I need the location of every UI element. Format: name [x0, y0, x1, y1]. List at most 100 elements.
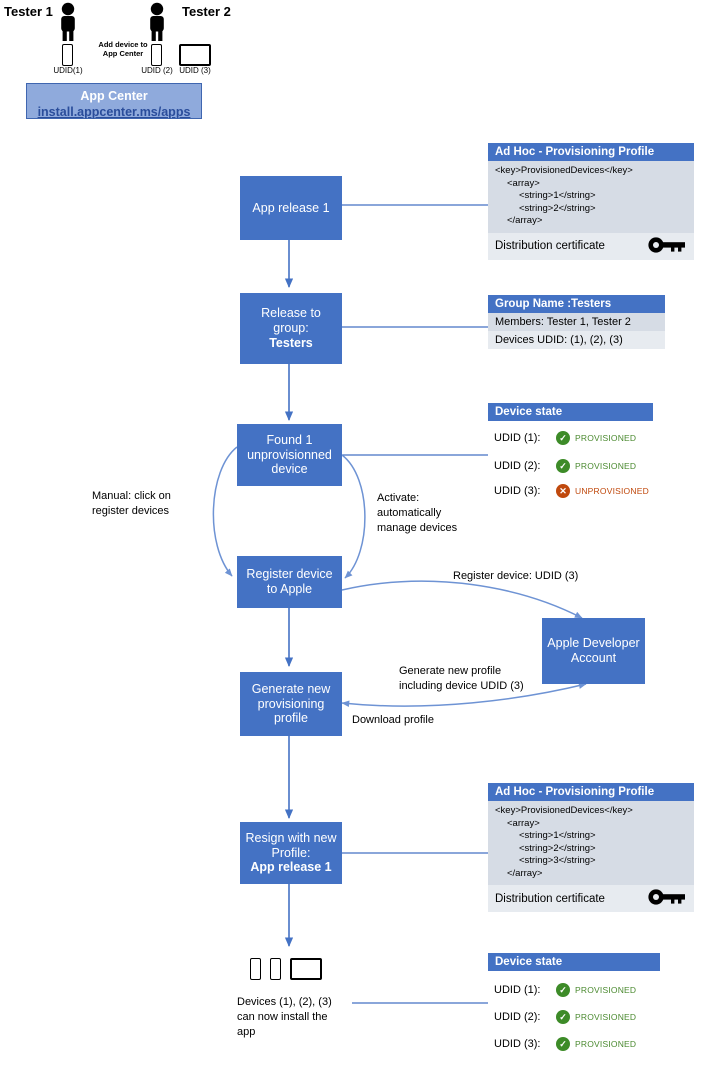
- generate-profile-line1: Generate new: [251, 681, 331, 696]
- card-device-state-bottom: Device state: [488, 953, 660, 971]
- flow-box-resign-with-new-profile[interactable]: Resign with new Profile: App release 1: [240, 822, 342, 884]
- device-state-udid-label: UDID (3):: [494, 1038, 541, 1050]
- tablet-icon-result-3: [290, 958, 322, 980]
- device-state-status: PROVISIONED: [575, 461, 637, 471]
- phone-icon-udid-1: [62, 44, 73, 66]
- device-state-udid-label: UDID (1):: [494, 432, 541, 444]
- plist-line: <key>ProvisionedDevices</key>: [495, 165, 633, 176]
- person-icon-tester-2: [142, 2, 172, 42]
- annotation-download-profile: Download profile: [352, 714, 434, 726]
- tester-1-label: Tester 1: [4, 4, 53, 19]
- device-state-bottom-row-2: UDID (2): ✓ PROVISIONED: [494, 1010, 636, 1024]
- device-state-bottom-row-3: UDID (3): ✓ PROVISIONED: [494, 1037, 636, 1051]
- tablet-icon-udid-3: [179, 44, 211, 66]
- phone-icon-result-2: [270, 958, 281, 980]
- distribution-certificate-label: Distribution certificate: [495, 892, 605, 905]
- profile-card-top-plist: <key>ProvisionedDevices</key> <array> <s…: [488, 161, 694, 233]
- register-device-line2: to Apple: [266, 582, 313, 596]
- distribution-certificate-row-bottom: Distribution certificate: [488, 885, 694, 913]
- device-state-top-header: Device state: [488, 403, 653, 421]
- flow-box-register-device-to-apple[interactable]: Register device to Apple: [237, 556, 342, 608]
- device-state-status: UNPROVISIONED: [575, 486, 649, 496]
- add-device-note-line1: Add device to: [98, 40, 148, 49]
- distribution-certificate-label: Distribution certificate: [495, 240, 605, 253]
- release-group-line3: Testers: [269, 335, 313, 350]
- app-center-title: App Center: [80, 89, 148, 103]
- plist-line: <array>: [507, 177, 540, 189]
- activate-line3: manage devices: [377, 521, 458, 534]
- devices-install-line1: Devices (1), (2), (3): [237, 996, 332, 1008]
- found-device-line1: Found 1: [266, 432, 313, 447]
- plist-line: <string>3</string>: [519, 855, 596, 867]
- flow-box-app-release-label: App release 1: [252, 200, 330, 215]
- apple-account-line1: Apple Developer: [547, 636, 640, 651]
- cross-circle-icon: ✕: [556, 484, 570, 498]
- add-device-note: Add device to App Center: [94, 40, 152, 59]
- found-device-line2: unprovisionned: [247, 447, 332, 462]
- phone-icon-udid-2: [151, 44, 162, 66]
- devices-install-line3: app: [237, 1025, 256, 1038]
- annotation-register-device-udid: Register device: UDID (3): [453, 570, 579, 582]
- device-state-udid-label: UDID (2):: [494, 1011, 541, 1023]
- plist-line: <string>1</string>: [519, 830, 596, 842]
- check-circle-icon: ✓: [556, 1037, 570, 1051]
- plist-line: </array>: [507, 867, 543, 879]
- annotation-devices-can-install: Devices (1), (2), (3) can now install th…: [237, 995, 352, 1040]
- manual-line2: register devices: [92, 504, 170, 517]
- plist-line: <string>2</string>: [519, 842, 596, 854]
- profile-card-bottom-header: Ad Hoc - Provisioning Profile: [488, 783, 694, 801]
- udid-1-label: UDID(1): [53, 66, 83, 75]
- app-center-box[interactable]: App Center install.appcenter.ms/apps: [26, 83, 202, 119]
- device-state-status: PROVISIONED: [575, 1039, 637, 1049]
- key-icon: [647, 237, 687, 256]
- check-circle-icon: ✓: [556, 431, 570, 445]
- found-device-line3: device: [271, 462, 308, 477]
- annotation-manual-register: Manual: click on register devices: [92, 489, 212, 519]
- annotation-activate-auto-manage: Activate: automatically manage devices: [377, 491, 497, 536]
- profile-card-bottom-plist: <key>ProvisionedDevices</key> <array> <s…: [488, 801, 694, 886]
- generate-profile-note-line1: Generate new profile: [399, 665, 502, 677]
- check-circle-icon: ✓: [556, 1010, 570, 1024]
- register-device-line1: Register device: [246, 567, 333, 582]
- generate-profile-note-line2: including device UDID (3): [399, 679, 524, 692]
- person-icon-tester-1: [53, 2, 83, 42]
- devices-install-line2: can now install the: [237, 1010, 328, 1023]
- card-ad-hoc-provisioning-profile-bottom: Ad Hoc - Provisioning Profile <key>Provi…: [488, 783, 694, 913]
- arrow-manual-loop: [212, 446, 238, 577]
- group-card-devices-row: Devices UDID: (1), (2), (3): [488, 331, 665, 349]
- phone-icon-result-1: [250, 958, 261, 980]
- resign-line3: App release 1: [250, 860, 332, 875]
- generate-profile-line3: profile: [273, 711, 309, 726]
- plist-line: </array>: [507, 215, 543, 227]
- flow-box-generate-new-provisioning-profile[interactable]: Generate new provisioning profile: [240, 672, 342, 736]
- device-state-status: PROVISIONED: [575, 985, 637, 995]
- flow-box-app-release[interactable]: App release 1: [240, 176, 342, 240]
- activate-line1: Activate:: [377, 492, 420, 504]
- flow-box-release-to-group[interactable]: Release to group: Testers: [240, 293, 342, 364]
- check-circle-icon: ✓: [556, 459, 570, 473]
- distribution-certificate-row-top: Distribution certificate: [488, 232, 694, 260]
- flow-box-apple-developer-account[interactable]: Apple Developer Account: [542, 618, 645, 684]
- activate-line2: automatically: [377, 506, 442, 519]
- arrow-activate-loop: [341, 454, 366, 579]
- card-ad-hoc-provisioning-profile-top: Ad Hoc - Provisioning Profile <key>Provi…: [488, 143, 694, 260]
- manual-line1: Manual: click on: [92, 490, 171, 502]
- app-center-link[interactable]: install.appcenter.ms/apps: [38, 105, 191, 121]
- device-state-status: PROVISIONED: [575, 1012, 637, 1022]
- check-circle-icon: ✓: [556, 983, 570, 997]
- udid-3-label: UDID (3): [179, 66, 211, 75]
- generate-profile-line2: provisioning: [257, 696, 325, 711]
- device-state-bottom-header: Device state: [488, 953, 660, 971]
- plist-line: <string>1</string>: [519, 190, 596, 202]
- card-group-name: Group Name :Testers Members: Tester 1, T…: [488, 295, 665, 349]
- device-state-top-row-2: UDID (2): ✓ PROVISIONED: [494, 459, 636, 473]
- plist-line: <array>: [507, 817, 540, 829]
- key-icon: [647, 889, 687, 908]
- device-state-udid-label: UDID (1):: [494, 984, 541, 996]
- flow-box-found-unprovisioned-device[interactable]: Found 1 unprovisionned device: [237, 424, 342, 486]
- card-device-state-top: Device state: [488, 403, 653, 421]
- device-state-top-row-3: UDID (3): ✕ UNPROVISIONED: [494, 484, 649, 498]
- apple-account-line2: Account: [570, 651, 617, 665]
- device-state-status: PROVISIONED: [575, 433, 637, 443]
- device-state-udid-label: UDID (3):: [494, 485, 541, 497]
